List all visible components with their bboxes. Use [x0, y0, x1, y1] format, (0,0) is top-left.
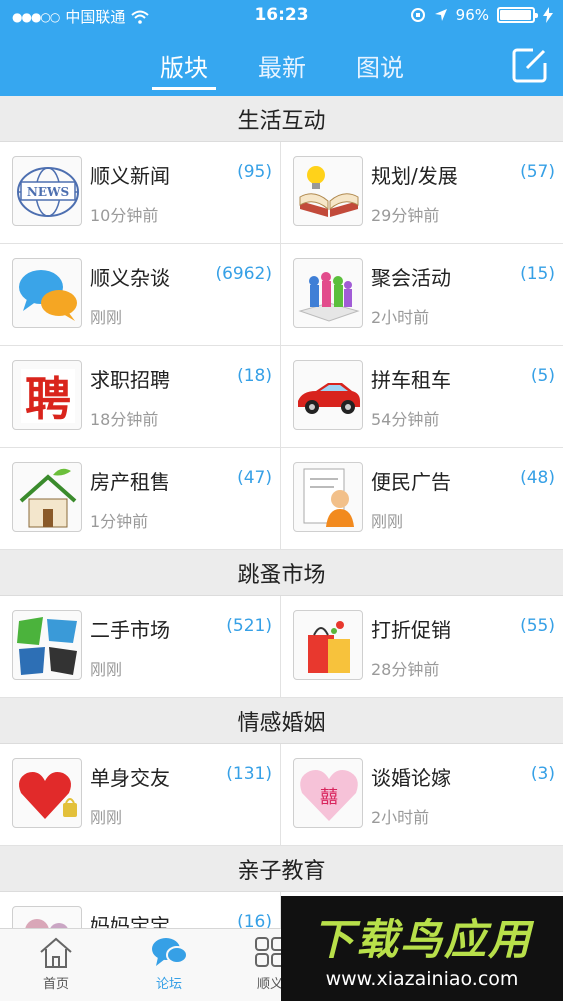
people-gathering-icon	[293, 258, 363, 328]
board-name: 聚会活动	[371, 266, 451, 290]
person-document-icon	[293, 462, 363, 532]
board-item[interactable]: 聚会活动 (15) 2小时前	[281, 244, 563, 346]
last-update: 刚刚	[371, 512, 404, 531]
board-name: 打折促销	[371, 618, 451, 642]
top-bar: ●●●○○ 中国联通 16:23 96% 版块 最新 图说	[0, 0, 563, 96]
post-count: (95)	[237, 162, 272, 182]
last-update: 10分钟前	[90, 206, 159, 225]
last-update: 刚刚	[90, 660, 123, 679]
tab-pictures[interactable]: 图说	[338, 48, 422, 83]
watermark-url: www.xiazainiao.com	[325, 968, 519, 990]
board-name: 二手市场	[90, 618, 170, 642]
board-name: 房产租售	[90, 470, 170, 494]
charging-icon	[543, 7, 553, 23]
section-header: 情感婚姻	[0, 698, 563, 744]
active-tab-indicator	[152, 87, 216, 90]
battery-icon	[497, 7, 538, 23]
last-update: 29分钟前	[371, 206, 440, 225]
pink-heart-icon: 囍	[293, 758, 363, 828]
board-name: 妈妈宝宝	[90, 914, 170, 928]
board-name: 求职招聘	[90, 368, 170, 392]
board-name: 便民广告	[371, 470, 451, 494]
battery-percent: 96%	[455, 6, 489, 24]
section-header: 生活互动	[0, 96, 563, 142]
tab-home[interactable]: 首页	[21, 935, 91, 992]
header-tabs: 版块 最新 图说	[0, 44, 563, 92]
board-name: 顺义杂谈	[90, 266, 170, 290]
svg-text:囍: 囍	[320, 787, 338, 808]
board-name: 谈婚论嫁	[371, 766, 451, 790]
house-icon	[12, 462, 82, 532]
rotation-lock-icon	[410, 8, 425, 22]
last-update: 28分钟前	[371, 660, 440, 679]
post-count: (5)	[530, 366, 555, 386]
board-item[interactable]: 聘 求职招聘 (18) 18分钟前	[0, 346, 281, 448]
board-item[interactable]: 妈妈宝宝 (16)	[0, 892, 281, 928]
mother-baby-icon	[12, 906, 82, 928]
board-item[interactable]: NEWS 顺义新闻 (95) 10分钟前	[0, 142, 281, 244]
board-item[interactable]: 规划/发展 (57) 29分钟前	[281, 142, 563, 244]
home-icon	[40, 937, 72, 968]
news-globe-icon: NEWS	[12, 156, 82, 226]
tab-bankuai[interactable]: 版块	[142, 48, 226, 83]
post-count: (521)	[226, 616, 272, 636]
heart-lock-icon	[12, 758, 82, 828]
red-car-icon	[293, 360, 363, 430]
post-count: (48)	[520, 468, 555, 488]
post-count: (18)	[237, 366, 272, 386]
last-update: 54分钟前	[371, 410, 440, 429]
svg-text:NEWS: NEWS	[27, 185, 69, 199]
svg-text:聘: 聘	[25, 372, 71, 426]
board-item[interactable]: 房产租售 (47) 1分钟前	[0, 448, 281, 550]
location-arrow-icon	[434, 9, 447, 21]
board-item[interactable]: 便民广告 (48) 刚刚	[281, 448, 563, 550]
board-item[interactable]: 顺义杂谈 (6962) 刚刚	[0, 244, 281, 346]
section-header: 亲子教育	[0, 846, 563, 892]
post-count: (6962)	[215, 264, 272, 284]
tab-latest[interactable]: 最新	[240, 48, 324, 83]
post-count: (55)	[520, 616, 555, 636]
board-name: 拼车租车	[371, 368, 451, 392]
last-update: 2小时前	[371, 308, 430, 327]
forum-board-list: 生活互动 NEWS 顺义新闻 (95) 10分钟前 规划/发展 (57) 29分…	[0, 96, 563, 928]
secondhand-text-icon	[12, 610, 82, 680]
post-count: (16)	[237, 912, 272, 928]
watermark-title: 下载鸟应用	[311, 915, 532, 964]
board-name: 顺义新闻	[90, 164, 170, 188]
status-bar: ●●●○○ 中国联通 16:23 96%	[0, 0, 563, 30]
post-count: (15)	[520, 264, 555, 284]
board-item[interactable]: 单身交友 (131) 刚刚	[0, 744, 281, 846]
section-header: 跳蚤市场	[0, 550, 563, 596]
shopping-bag-icon	[293, 610, 363, 680]
board-name: 单身交友	[90, 766, 170, 790]
chat-bubbles-icon	[12, 258, 82, 328]
post-count: (47)	[237, 468, 272, 488]
last-update: 18分钟前	[90, 410, 159, 429]
board-name: 规划/发展	[371, 164, 458, 188]
board-item[interactable]: 囍 谈婚论嫁 (3) 2小时前	[281, 744, 563, 846]
last-update: 刚刚	[90, 308, 123, 327]
compose-icon[interactable]	[511, 46, 549, 84]
forum-icon	[152, 938, 188, 966]
post-count: (57)	[520, 162, 555, 182]
tab-forum[interactable]: 论坛	[134, 935, 204, 992]
tab-forum-label: 论坛	[155, 977, 182, 992]
last-update: 1分钟前	[90, 512, 149, 531]
post-count: (131)	[226, 764, 272, 784]
last-update: 刚刚	[90, 808, 123, 827]
post-count: (3)	[530, 764, 555, 784]
book-bulb-icon	[293, 156, 363, 226]
tab-home-label: 首页	[42, 977, 69, 992]
tab-shunyi-label: 顺义	[256, 977, 283, 992]
board-item[interactable]: 拼车租车 (5) 54分钟前	[281, 346, 563, 448]
board-item[interactable]: 打折促销 (55) 28分钟前	[281, 596, 563, 698]
hire-stamp-icon: 聘	[12, 360, 82, 430]
watermark-banner: 下载鸟应用 www.xiazainiao.com	[281, 896, 563, 1001]
last-update: 2小时前	[371, 808, 430, 827]
board-item[interactable]: 二手市场 (521) 刚刚	[0, 596, 281, 698]
